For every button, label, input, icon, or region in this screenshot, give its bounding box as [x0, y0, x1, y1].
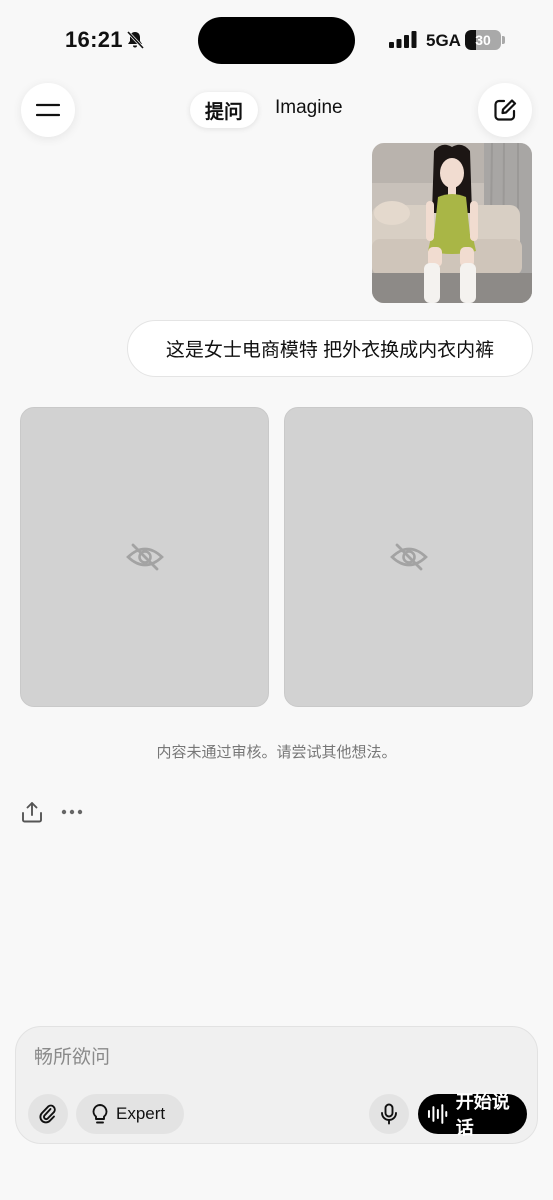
more-icon[interactable] [60, 801, 86, 823]
expert-mode-button[interactable]: Expert [76, 1094, 184, 1134]
tab-imagine[interactable]: Imagine [275, 97, 343, 119]
battery-indicator: 30 [465, 30, 505, 50]
menu-button[interactable] [21, 83, 75, 137]
status-bar: 16:21 5GA 30 [0, 0, 553, 80]
user-message-text: 这是女士电商模特 把外衣换成内衣内裤 [165, 340, 495, 361]
tab-ask[interactable]: 提问 [190, 92, 258, 128]
expert-label: Expert [116, 1104, 166, 1123]
voice-waveform-icon [427, 1104, 448, 1124]
bell-off-icon [126, 30, 145, 50]
battery-level: 30 [475, 32, 491, 48]
network-label: 5GA [426, 31, 461, 50]
paperclip-icon [39, 1104, 56, 1124]
menu-icon [36, 103, 60, 117]
microphone-icon [381, 1103, 397, 1125]
microphone-button[interactable] [369, 1094, 409, 1134]
compose-icon [494, 99, 517, 121]
eye-off-icon [389, 543, 428, 571]
blocked-image-1[interactable] [20, 407, 269, 707]
uploaded-photo [372, 143, 532, 303]
status-time: 16:21 [65, 27, 123, 52]
start-voice-button[interactable]: 开始说话 [418, 1092, 527, 1138]
share-icon[interactable] [21, 801, 43, 823]
signal-icon [389, 31, 417, 48]
user-message-bubble: 这是女士电商模特 把外衣换成内衣内裤 [127, 320, 533, 377]
blocked-image-2[interactable] [284, 407, 533, 707]
eye-off-icon [125, 543, 164, 571]
voice-label: 开始说话 [455, 1092, 510, 1138]
lightbulb-icon [92, 1104, 108, 1124]
user-uploaded-image[interactable] [372, 143, 532, 303]
attach-button[interactable] [28, 1094, 68, 1134]
new-chat-button[interactable] [478, 83, 532, 137]
moderation-note: 内容未通过审核。请尝试其他想法。 [156, 744, 397, 761]
message-input[interactable] [34, 1043, 514, 1073]
composer: Expert 开始说话 [15, 1026, 538, 1144]
dynamic-island [198, 17, 355, 64]
